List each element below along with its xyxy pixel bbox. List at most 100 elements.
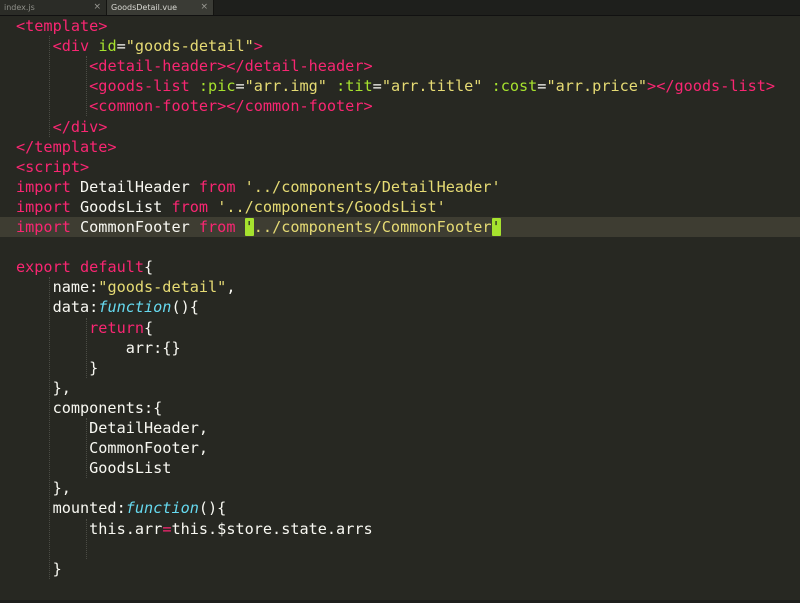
code-token-text: CommonFooter, [16,439,209,458]
code-token-text: (){ [171,298,199,317]
code-token-text: { [144,258,154,277]
code-line[interactable]: <common-footer></common-footer> [16,96,373,116]
code-token-text: data: [16,298,99,317]
code-line[interactable]: components:{ [16,398,163,418]
code-line[interactable]: <goods-list :pic="arr.img" :tit="arr.tit… [16,76,775,96]
code-token-text: } [16,559,62,578]
code-token-fn: function [125,499,199,518]
code-token-kw: export [16,258,71,277]
code-token-str: "arr.price" [546,77,648,96]
code-token-tag: <goods-list [89,77,190,96]
code-token-kw: from [198,218,236,236]
code-token-text: mounted: [16,499,126,518]
code-token-tag: <common-footer></common-footer> [89,97,373,116]
code-token-kw: from [198,177,236,196]
code-line[interactable]: <template> [16,16,107,36]
code-line[interactable]: GoodsList [16,458,171,478]
code-token-tag: <script> [16,157,90,176]
code-line[interactable]: <script> [16,157,89,177]
code-token-text: this.arr [16,519,163,538]
tab-close-icon[interactable]: × [200,0,208,15]
code-token-hl: ' [244,218,254,236]
code-line[interactable]: this.arr=this.$store.state.arrs [16,519,373,539]
code-token-tag: <detail-header></detail-header> [89,57,373,76]
code-token-fn: function [98,298,172,317]
code-token-text: GoodsList [16,459,172,478]
code-token-kw: from [171,197,209,216]
code-token-hl: ' [491,218,501,236]
code-token-tag: ></goods-list> [647,77,776,96]
code-line[interactable]: DetailHeader, [16,418,208,438]
code-token-text: this.$store.state.arrs [171,519,373,538]
code-token-tag: <template> [16,17,108,35]
code-line[interactable]: } [16,559,62,579]
code-line[interactable]: }, [16,478,71,498]
tab-index-js[interactable]: index.js × [0,0,107,15]
code-line[interactable]: <div id="goods-detail"> [16,36,263,56]
code-token-str: "goods-detail" [98,278,227,297]
tab-label: GoodsDetail.vue [111,3,178,12]
code-token-text: }, [16,378,71,397]
tab-label: index.js [4,3,35,12]
code-token-text: DetailHeader, [16,419,209,437]
tab-goodsdetail-vue[interactable]: GoodsDetail.vue × [107,0,214,15]
code-token-text: DetailHeader [70,177,199,196]
tab-close-icon[interactable]: × [93,0,101,15]
indent-guide [85,518,87,559]
indent-guide [48,36,50,137]
code-token-attr: id [98,37,117,56]
code-token-tag: </div> [52,117,108,136]
code-line[interactable]: arr:{} [16,338,181,358]
code-editor[interactable]: <template> <div id="goods-detail"> <deta… [0,16,800,603]
code-token-str: '../components/GoodsList' [217,197,446,216]
code-line[interactable]: export default{ [16,257,153,277]
code-line[interactable]: </template> [16,137,117,157]
code-token-kw: import [16,177,71,196]
code-token-text: , [226,278,236,297]
code-line[interactable]: data:function(){ [16,297,199,317]
code-token-tag: <div [52,37,90,56]
code-token-text: { [144,318,154,337]
code-token-text: name: [16,278,99,297]
code-token-text: components:{ [16,398,163,417]
code-token-kw: return [89,318,145,337]
code-token-str: "arr.title" [381,77,483,96]
code-line[interactable]: import CommonFooter from '../components/… [16,217,501,237]
code-token-attr: :tit [336,77,373,96]
code-line[interactable]: <detail-header></detail-header> [16,56,373,76]
code-token-tag: > [253,37,263,56]
indent-guide [85,317,87,378]
code-token-text: = [372,77,382,96]
code-line[interactable]: </div> [16,117,108,137]
code-token-attr: :pic [198,77,236,96]
code-line[interactable]: mounted:function(){ [16,498,227,518]
code-line[interactable]: }, [16,378,71,398]
code-token-kw: import [16,197,71,216]
indent-guide [85,56,87,117]
code-token-kw: import [16,218,71,236]
code-token-tag: </template> [16,137,117,156]
code-line[interactable]: return{ [16,318,153,338]
code-token-text: (){ [198,499,227,518]
code-line[interactable]: import DetailHeader from '../components/… [16,177,501,197]
code-token-str: "arr.img" [244,77,327,96]
indent-guide [85,418,87,479]
code-token-text: = [116,37,126,56]
code-token-kw: default [80,258,145,277]
code-line[interactable]: CommonFooter, [16,438,208,458]
code-line[interactable]: import GoodsList from '../components/Goo… [16,197,446,217]
tab-bar: index.js × GoodsDetail.vue × [0,0,800,16]
editor-window: index.js × GoodsDetail.vue × <template> … [0,0,800,603]
